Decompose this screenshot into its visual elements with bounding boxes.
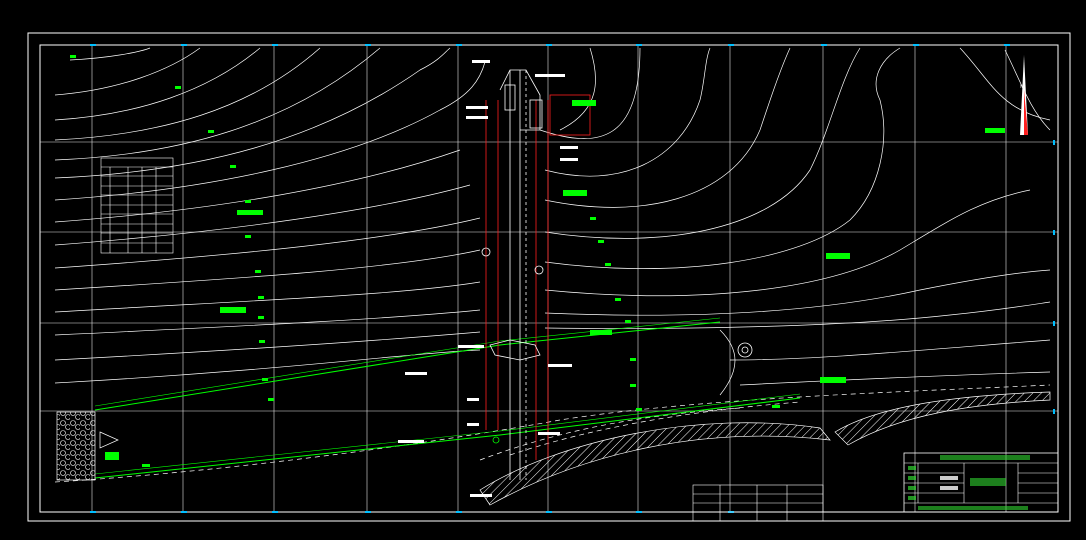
title-block bbox=[903, 452, 1059, 513]
vertical-alignment bbox=[485, 69, 591, 480]
road-alignment bbox=[94, 317, 801, 479]
survey-point-icon bbox=[481, 247, 753, 444]
contour-lines bbox=[54, 47, 1051, 396]
callout-labels bbox=[398, 60, 578, 497]
north-label: N bbox=[1020, 84, 1023, 89]
outer-frame bbox=[27, 32, 1071, 522]
cad-drawing-sheet: N bbox=[27, 32, 1071, 522]
green-annotations bbox=[70, 55, 1005, 467]
embankment bbox=[56, 391, 1051, 506]
legend-table bbox=[100, 157, 174, 254]
coordinate-grid bbox=[40, 45, 1058, 512]
north-arrow-icon: N bbox=[1020, 55, 1028, 135]
symbol-legend bbox=[692, 484, 824, 522]
inner-frame bbox=[39, 44, 1059, 513]
